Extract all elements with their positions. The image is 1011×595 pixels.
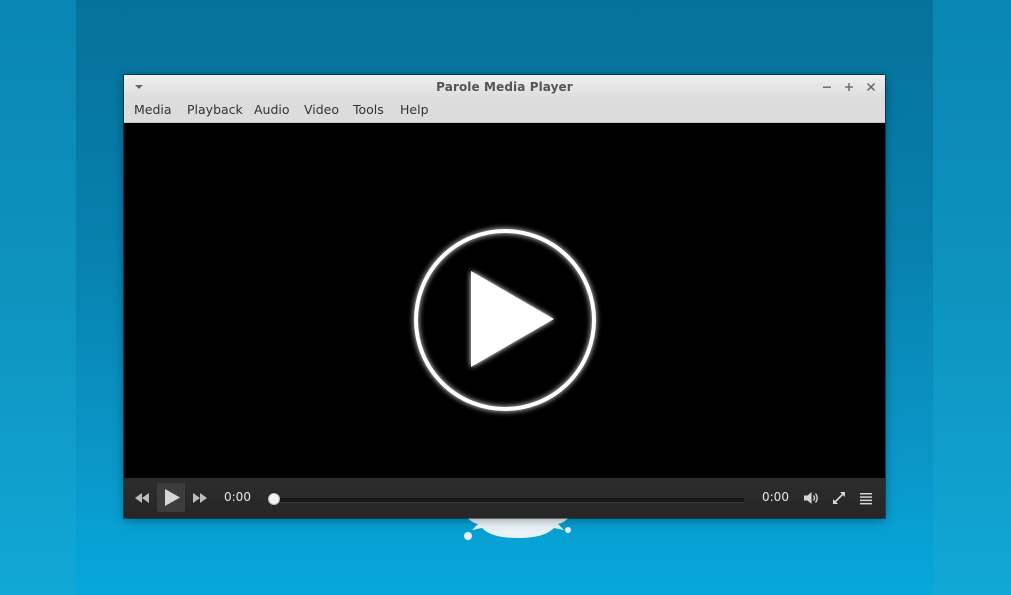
play-circle-icon[interactable]	[407, 222, 603, 418]
play-icon	[165, 489, 180, 506]
playlist-icon[interactable]	[858, 490, 874, 506]
menu-audio[interactable]: Audio	[254, 102, 290, 117]
rewind-icon[interactable]	[133, 490, 151, 506]
menu-media[interactable]: Media	[134, 102, 172, 117]
playback-controls: 0:00 0:00	[124, 478, 885, 518]
video-display[interactable]	[124, 123, 885, 478]
total-time: 0:00	[762, 490, 789, 504]
volume-icon[interactable]	[802, 490, 820, 506]
menu-help[interactable]: Help	[400, 102, 429, 117]
media-player-window: Parole Media Player Media Playback Audio…	[124, 75, 885, 518]
minimize-icon[interactable]	[820, 80, 834, 94]
menu-tools[interactable]: Tools	[353, 102, 384, 117]
menu-playback[interactable]: Playback	[187, 102, 243, 117]
seek-handle[interactable]	[268, 493, 280, 505]
menu-video[interactable]: Video	[304, 102, 339, 117]
fullscreen-icon[interactable]	[831, 490, 847, 506]
title-bar[interactable]: Parole Media Player	[124, 75, 885, 99]
current-time: 0:00	[224, 490, 251, 504]
menu-bar: Media Playback Audio Video Tools Help	[124, 99, 885, 123]
wallpaper-right-panel	[933, 0, 1011, 595]
window-title: Parole Media Player	[436, 80, 573, 94]
play-button[interactable]	[157, 483, 185, 512]
wallpaper-left-panel	[0, 0, 76, 595]
seek-bar[interactable]	[268, 498, 744, 503]
close-icon[interactable]	[864, 80, 878, 94]
fast-forward-icon[interactable]	[191, 490, 209, 506]
maximize-icon[interactable]	[842, 80, 856, 94]
